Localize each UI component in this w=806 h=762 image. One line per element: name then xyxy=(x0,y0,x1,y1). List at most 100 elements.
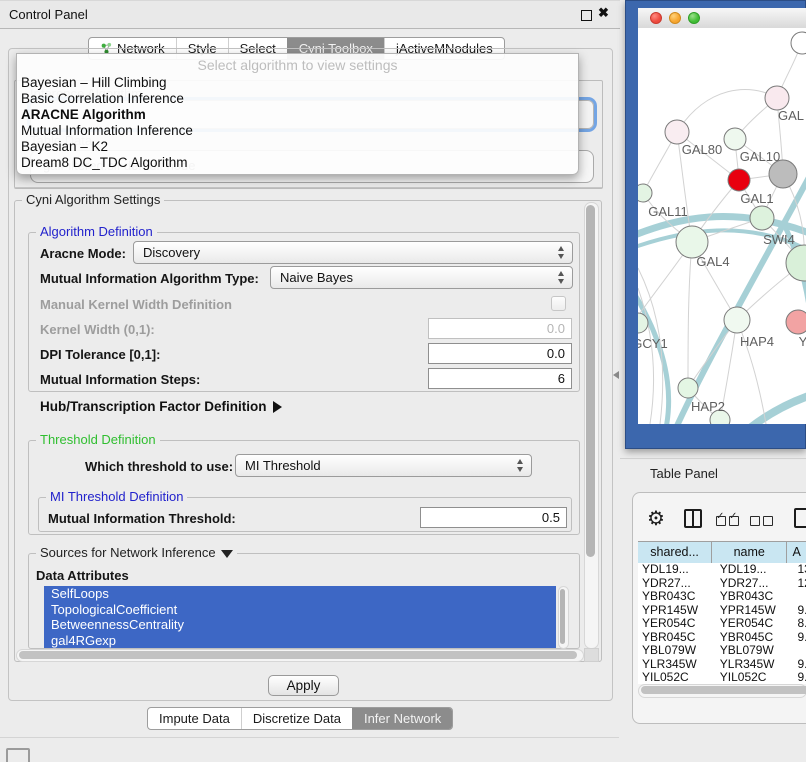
table-cell[interactable] xyxy=(795,644,806,658)
table-cell[interactable]: YBR045C xyxy=(717,631,796,645)
manual-kernel-width-checkbox[interactable] xyxy=(551,296,566,311)
algorithm-option[interactable]: ARACNE Algorithm xyxy=(17,107,578,123)
mi-algorithm-type-combobox[interactable]: Naive Bayes xyxy=(270,266,573,289)
data-attribute-item[interactable]: BetweennessCentrality xyxy=(44,617,556,633)
docked-window-icon[interactable] xyxy=(6,748,30,762)
network-node[interactable] xyxy=(791,32,806,54)
network-node[interactable] xyxy=(750,206,774,230)
table-hscroll-thumb[interactable] xyxy=(641,686,806,694)
dpi-tolerance-field[interactable]: 0.0 xyxy=(428,343,572,364)
tab-infer-network[interactable]: Infer Network xyxy=(352,708,452,729)
settings-vscroll-thumb[interactable] xyxy=(586,205,595,557)
table-cell[interactable]: YLR345W xyxy=(717,658,796,672)
table-cell[interactable]: YIL052C xyxy=(638,671,717,684)
network-graph[interactable]: GALGAL80GAL10GAL1GAL11SWI4GAL4GCY1HAP4YH… xyxy=(638,28,806,424)
float-panel-icon[interactable] xyxy=(581,10,592,21)
close-window-icon[interactable] xyxy=(650,12,662,24)
table-cell[interactable]: YDR27... xyxy=(717,577,796,591)
hide-columns-unchecked-icon[interactable] xyxy=(750,513,773,531)
table-horizontal-scrollbar[interactable] xyxy=(638,684,806,698)
network-node[interactable] xyxy=(728,169,750,191)
algorithm-option[interactable]: Bayesian – K2 xyxy=(17,139,578,155)
table-cell[interactable]: YER054C xyxy=(638,617,717,631)
zoom-window-icon[interactable] xyxy=(688,12,700,24)
show-columns-checked-icon[interactable]: ✓✓ xyxy=(716,513,739,531)
panel-splitter-collapse-arrow[interactable] xyxy=(613,371,619,379)
table-cell[interactable]: YBR045C xyxy=(638,631,717,645)
column-selector-icon[interactable] xyxy=(684,509,702,528)
table-cell[interactable]: YDR27... xyxy=(638,577,717,591)
network-node[interactable] xyxy=(724,128,746,150)
table-cell[interactable]: YIL052C xyxy=(717,671,796,684)
table-cell[interactable]: YBL079W xyxy=(717,644,796,658)
table-cell[interactable]: 9. xyxy=(795,604,806,618)
table-cell[interactable]: YPR145W xyxy=(638,604,717,618)
table-cell[interactable]: 13 xyxy=(795,563,806,577)
table-cell[interactable]: YBL079W xyxy=(638,644,717,658)
tab-discretize-data[interactable]: Discretize Data xyxy=(241,708,352,729)
settings-hscroll-thumb[interactable] xyxy=(19,651,577,659)
table-cell[interactable] xyxy=(795,590,806,604)
network-view-window[interactable]: GALGAL80GAL10GAL1GAL11SWI4GAL4GCY1HAP4YH… xyxy=(625,0,806,449)
table-cell[interactable]: 9. xyxy=(795,671,806,684)
table-row[interactable]: YBR043CYBR043C xyxy=(638,590,806,604)
table-cell[interactable]: 9. xyxy=(795,658,806,672)
table-row[interactable]: YIL052CYIL052C9. xyxy=(638,671,806,684)
function-builder-icon[interactable] xyxy=(794,508,806,528)
minimize-window-icon[interactable] xyxy=(669,12,681,24)
column-header-clipped[interactable]: A xyxy=(787,542,806,563)
algorithm-option[interactable]: Bayesian – Hill Climbing xyxy=(17,75,578,91)
table-row[interactable]: YDR27...YDR27...12 xyxy=(638,577,806,591)
table-cell[interactable]: 9. xyxy=(795,631,806,645)
aracne-mode-combobox[interactable]: Discovery xyxy=(133,241,573,264)
table-cell[interactable]: YBR043C xyxy=(717,590,796,604)
algorithm-option[interactable]: Dream8 DC_TDC Algorithm xyxy=(17,155,578,171)
network-canvas[interactable]: GALGAL80GAL10GAL1GAL11SWI4GAL4GCY1HAP4YH… xyxy=(638,28,806,424)
kernel-width-field[interactable]: 0.0 xyxy=(428,318,572,339)
network-node[interactable] xyxy=(724,307,750,333)
settings-horizontal-scrollbar[interactable] xyxy=(16,649,584,662)
close-panel-icon[interactable]: ✖ xyxy=(598,5,609,21)
network-node[interactable] xyxy=(786,245,806,281)
network-node[interactable] xyxy=(678,378,698,398)
data-attribute-item[interactable]: SelfLoops xyxy=(44,586,556,602)
sources-group-title[interactable]: Sources for Network Inference xyxy=(36,546,237,560)
algorithm-option[interactable]: Basic Correlation Inference xyxy=(17,91,578,107)
data-attribute-item[interactable]: TopologicalCoefficient xyxy=(44,602,556,618)
table-cell[interactable]: YPR145W xyxy=(717,604,796,618)
attributes-list-scrollbar[interactable] xyxy=(558,586,569,649)
column-header-name[interactable]: name xyxy=(712,542,787,563)
table-row[interactable]: YDL19...YDL19...13 xyxy=(638,563,806,577)
network-window-titlebar[interactable] xyxy=(638,8,806,29)
algorithm-option[interactable]: Mutual Information Inference xyxy=(17,123,578,139)
table-cell[interactable]: YER054C xyxy=(717,617,796,631)
network-node[interactable] xyxy=(786,310,806,334)
data-attribute-item[interactable]: gal4RGexp xyxy=(44,633,556,649)
table-cell[interactable]: YBR043C xyxy=(638,590,717,604)
table-cell[interactable]: YLR345W xyxy=(638,658,717,672)
network-node[interactable] xyxy=(769,160,797,188)
column-header-shared-name[interactable]: shared... xyxy=(638,542,712,563)
table-row[interactable]: YBL079WYBL079W xyxy=(638,644,806,658)
table-row[interactable]: YER054CYER054C8. xyxy=(638,617,806,631)
tab-impute-data[interactable]: Impute Data xyxy=(148,708,241,729)
data-attributes-list[interactable]: SelfLoopsTopologicalCoefficientBetweenne… xyxy=(44,586,556,648)
table-cell[interactable]: 12 xyxy=(795,577,806,591)
table-cell[interactable]: YDL19... xyxy=(717,563,796,577)
settings-gear-icon[interactable]: ⚙ xyxy=(647,506,665,531)
apply-button[interactable]: Apply xyxy=(268,675,339,696)
settings-vertical-scrollbar[interactable] xyxy=(584,202,599,649)
network-node[interactable] xyxy=(665,120,689,144)
table-row[interactable]: YPR145WYPR145W9. xyxy=(638,604,806,618)
mi-steps-field[interactable]: 6 xyxy=(428,368,572,389)
hub-definition-expander[interactable]: Hub/Transcription Factor Definition xyxy=(40,399,282,414)
attributes-scroll-thumb[interactable] xyxy=(560,589,565,644)
network-node[interactable] xyxy=(638,184,652,202)
table-row[interactable]: YBR045CYBR045C9. xyxy=(638,631,806,645)
network-node[interactable] xyxy=(765,86,789,110)
which-threshold-combobox[interactable]: MI Threshold xyxy=(235,454,532,477)
mi-threshold-field[interactable]: 0.5 xyxy=(420,507,567,528)
table-cell[interactable]: YDL19... xyxy=(638,563,717,577)
table-body[interactable]: YDL19...YDL19...13YDR27...YDR27...12YBR0… xyxy=(638,563,806,684)
table-cell[interactable]: 8. xyxy=(795,617,806,631)
